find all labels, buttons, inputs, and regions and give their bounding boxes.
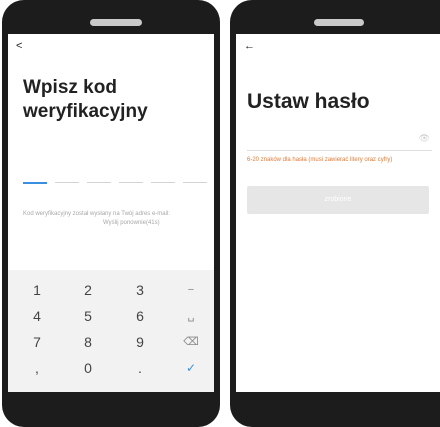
numeric-keypad: 1 2 3 − 4 5 6 ␣ 7 8 9 ⌫ , 0 . ✓ — [8, 270, 214, 392]
key-7[interactable]: 7 — [22, 334, 52, 350]
phone-frame-left: < Wpisz kod weryfikacyjny Kod weryfikacy… — [2, 0, 220, 427]
password-field[interactable]: 👁 — [247, 130, 432, 151]
checkmark-icon[interactable]: ✓ — [176, 360, 206, 376]
key-6[interactable]: 6 — [125, 308, 155, 324]
key-9[interactable]: 9 — [125, 334, 155, 350]
key-2[interactable]: 2 — [73, 282, 103, 298]
verification-info: Kod weryfikacyjny został wysłany na Twój… — [23, 210, 208, 228]
backspace-icon[interactable]: ⌫ — [176, 334, 206, 350]
code-digit-1[interactable] — [23, 182, 47, 184]
code-digit-3[interactable] — [87, 182, 111, 183]
eye-icon[interactable]: 👁 — [419, 133, 430, 144]
speaker-grille — [314, 19, 364, 26]
back-arrow-icon[interactable]: ← — [244, 40, 255, 52]
phone-frame-right: ← Ustaw hasło 👁 6-20 znaków dla hasła (m… — [230, 0, 440, 427]
page-title: Ustaw hasło — [247, 90, 370, 113]
key-8[interactable]: 8 — [73, 334, 103, 350]
space-key[interactable]: ␣ — [176, 308, 206, 324]
code-digit-2[interactable] — [55, 182, 79, 183]
key-3[interactable]: 3 — [125, 282, 155, 298]
key-5[interactable]: 5 — [73, 308, 103, 324]
code-digit-5[interactable] — [151, 182, 175, 183]
set-password-screen: ← Ustaw hasło 👁 6-20 znaków dla hasła (m… — [236, 34, 440, 392]
code-digit-4[interactable] — [119, 182, 143, 183]
key-1[interactable]: 1 — [22, 282, 52, 298]
code-input[interactable] — [23, 182, 213, 186]
period-key[interactable]: . — [125, 360, 155, 376]
done-button[interactable]: zrobione — [247, 186, 429, 214]
password-hint: 6-20 znaków dla hasła (musi zawierać lit… — [247, 157, 393, 163]
info-text: Kod weryfikacyjny został wysłany na Twój… — [23, 211, 170, 217]
comma-key[interactable]: , — [22, 360, 52, 376]
key-4[interactable]: 4 — [22, 308, 52, 324]
minus-key[interactable]: − — [176, 282, 206, 298]
resend-link[interactable]: Wyślij ponownie(41s) — [23, 219, 208, 228]
code-digit-6[interactable] — [183, 182, 207, 183]
verification-screen: < Wpisz kod weryfikacyjny Kod weryfikacy… — [8, 34, 214, 392]
key-0[interactable]: 0 — [73, 360, 103, 376]
speaker-grille — [90, 19, 142, 26]
back-icon[interactable]: < — [16, 40, 22, 52]
page-title: Wpisz kod weryfikacyjny — [23, 77, 148, 122]
